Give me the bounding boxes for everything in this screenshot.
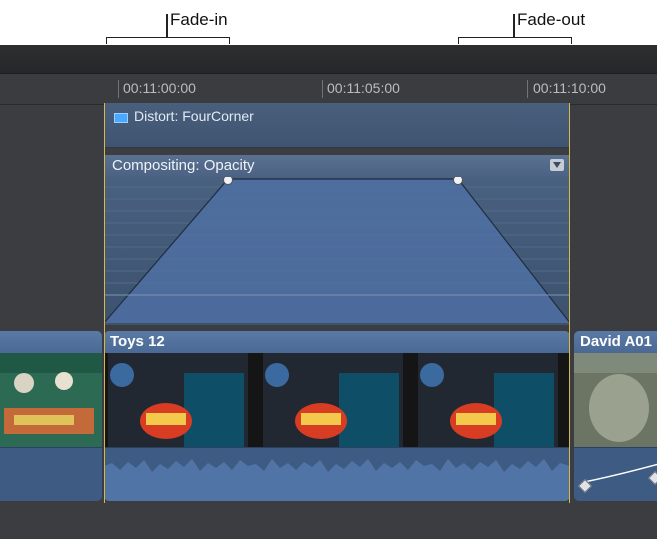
fade-in-stem	[166, 14, 168, 38]
clip-thumbnail	[574, 353, 657, 447]
ruler-tick	[118, 80, 119, 98]
clip-header	[0, 331, 102, 353]
fade-handle-icon[interactable]	[453, 177, 463, 185]
ruler-timecode: 00:11:10:00	[533, 80, 606, 96]
effect-menu-icon[interactable]	[550, 159, 564, 171]
fade-in-label: Fade-in	[170, 10, 228, 29]
selection-left-edge	[104, 103, 105, 503]
fade-in-bracket	[106, 37, 230, 44]
ruler-tick	[527, 80, 528, 98]
distort-effect-label: Distort: FourCorner	[134, 108, 254, 124]
ruler-tick	[322, 80, 323, 98]
fade-out-bracket	[458, 37, 572, 44]
selection-right-edge	[569, 103, 570, 503]
clip-audio-waveform	[574, 447, 657, 501]
opacity-effect-header: Compositing: Opacity	[104, 155, 570, 177]
clip-filmstrip	[104, 353, 570, 447]
timeline-toolbar	[0, 45, 657, 73]
clip-header: David A01	[574, 331, 657, 353]
fade-out-stem	[513, 14, 515, 38]
opacity-curve-graph[interactable]	[104, 177, 570, 325]
clip-header: Toys 12	[104, 331, 570, 353]
ruler-timecode: 00:11:00:00	[123, 80, 196, 96]
clip-title: Toys 12	[110, 333, 165, 350]
clip-thumbnail	[0, 353, 102, 447]
fade-handle-icon[interactable]	[223, 177, 233, 185]
timeline-ruler[interactable]: 00:11:00:00 00:11:05:00 00:11:10:00	[0, 73, 657, 105]
next-clip[interactable]: David A01	[574, 331, 657, 501]
clip-title: David A01	[580, 333, 652, 350]
clip-audio-waveform	[0, 447, 102, 501]
opacity-effect-row[interactable]: Compositing: Opacity	[104, 155, 570, 325]
previous-clip[interactable]	[0, 331, 102, 501]
selected-clip[interactable]: Toys 12	[104, 331, 570, 501]
ruler-timecode: 00:11:05:00	[327, 80, 400, 96]
distort-effect-row[interactable]: Distort: FourCorner	[104, 103, 570, 148]
distort-swatch-icon	[114, 113, 128, 123]
clip-audio-waveform	[104, 447, 570, 501]
opacity-effect-label: Compositing: Opacity	[112, 157, 255, 174]
fade-out-label: Fade-out	[517, 10, 586, 29]
timeline-panel: 00:11:00:00 00:11:05:00 00:11:10:00 Dist…	[0, 45, 657, 539]
